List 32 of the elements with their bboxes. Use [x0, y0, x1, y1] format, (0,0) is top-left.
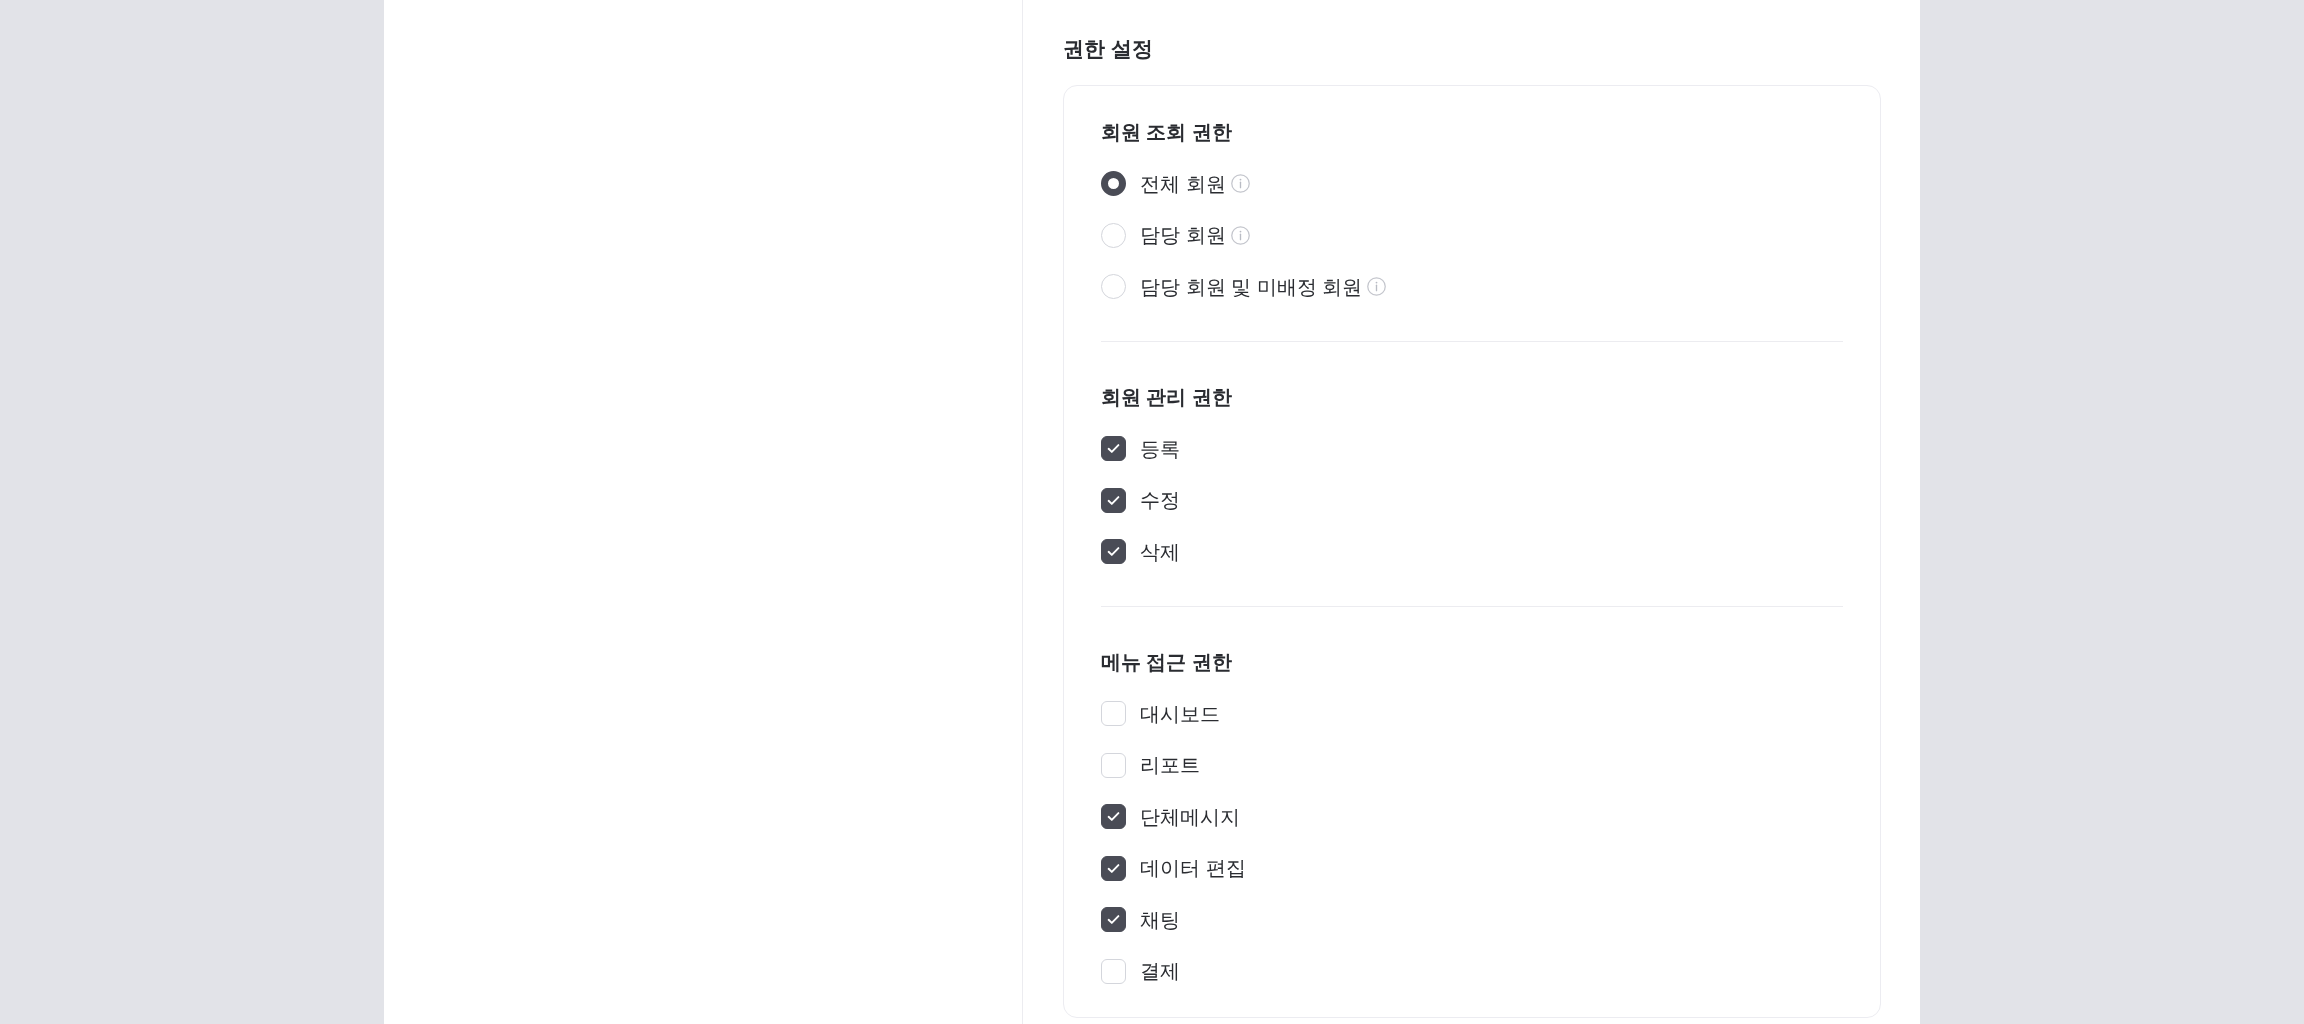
option-label: 채팅 — [1140, 907, 1180, 933]
option-label: 수정 — [1140, 488, 1180, 513]
option-label: 리포트 — [1140, 753, 1200, 778]
check-icon — [1107, 443, 1120, 454]
option-label: 전체 회원 — [1140, 171, 1226, 197]
check-icon — [1107, 494, 1120, 506]
option-label: 담당 회원 — [1140, 223, 1226, 248]
option-label: 대시보드 — [1140, 701, 1220, 727]
option-label: 데이터 편집 — [1140, 856, 1246, 881]
group-title: 회원 관리 권한 — [1101, 385, 1232, 410]
option-label: 단체메시지 — [1140, 804, 1240, 830]
group-title: 회원 조회 권한 — [1101, 120, 1232, 145]
info-icon[interactable] — [1367, 277, 1387, 296]
section-title: 권한 설정 — [1063, 36, 1153, 62]
checkbox[interactable] — [1101, 487, 1126, 513]
checkbox[interactable] — [1101, 907, 1126, 932]
info-icon[interactable] — [1230, 174, 1250, 193]
check-icon — [1107, 914, 1120, 925]
checkbox[interactable] — [1101, 855, 1126, 881]
check-icon — [1107, 811, 1120, 822]
option-label: 삭제 — [1140, 539, 1180, 565]
info-icon[interactable] — [1230, 225, 1250, 245]
radio-button[interactable] — [1101, 171, 1126, 196]
checkbox[interactable] — [1101, 804, 1126, 829]
checkbox[interactable] — [1101, 436, 1126, 461]
check-icon — [1107, 546, 1120, 557]
option-label: 등록 — [1140, 436, 1180, 462]
option-label: 담당 회원 및 미배정 회원 — [1140, 274, 1363, 300]
check-icon — [1107, 862, 1120, 874]
option-label: 결제 — [1140, 959, 1180, 984]
group-title: 메뉴 접근 권한 — [1101, 650, 1232, 675]
checkbox[interactable] — [1101, 539, 1126, 564]
